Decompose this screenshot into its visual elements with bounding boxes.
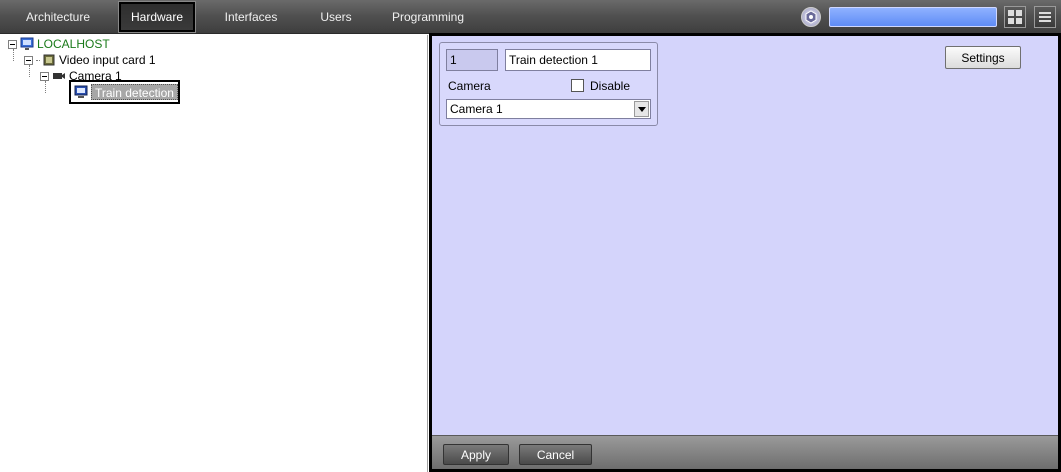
tab-interfaces[interactable]: Interfaces [212, 2, 290, 32]
tab-programming[interactable]: Programming [384, 2, 472, 32]
object-id-field[interactable] [446, 49, 498, 71]
top-tab-bar: Architecture Hardware Interfaces Users P… [0, 0, 1061, 34]
layout-grid-icon[interactable] [1004, 6, 1026, 28]
tab-hardware[interactable]: Hardware [118, 1, 196, 33]
monitor-icon [74, 85, 88, 99]
object-settings-panel: Camera Disable Camera 1 Settings Apply C… [429, 33, 1061, 472]
collapse-icon[interactable] [40, 71, 49, 81]
menu-icon[interactable] [1034, 6, 1056, 28]
settings-button[interactable]: Settings [945, 46, 1021, 69]
tree-label-localhost: LOCALHOST [37, 37, 110, 51]
tree-node-train-detection[interactable]: Train detection 1 [69, 80, 180, 116]
tree-node-localhost[interactable]: LOCALHOST [8, 36, 110, 52]
camera-label: Camera [448, 79, 491, 93]
collapse-icon[interactable] [8, 39, 17, 49]
collapse-icon[interactable] [24, 55, 33, 65]
tree-label-video-card: Video input card 1 [59, 53, 156, 67]
cancel-button[interactable]: Cancel [519, 444, 592, 465]
chevron-down-icon[interactable] [634, 101, 649, 117]
camera-icon [52, 69, 66, 83]
hardware-tree: LOCALHOST Video input card 1 Camera 1 Tr… [0, 35, 428, 472]
tree-node-video-card[interactable]: Video input card 1 [24, 52, 156, 68]
object-properties-group: Camera Disable Camera 1 [439, 42, 658, 126]
chip-icon [42, 53, 56, 67]
object-name-field[interactable] [505, 49, 651, 71]
gear-icon[interactable] [801, 7, 821, 27]
computer-icon [20, 37, 34, 51]
disable-checkbox[interactable] [571, 79, 584, 92]
search-input[interactable] [829, 7, 997, 27]
tab-architecture[interactable]: Architecture [10, 2, 106, 32]
camera-select-value: Camera 1 [450, 102, 503, 116]
disable-label: Disable [590, 79, 631, 93]
camera-select[interactable]: Camera 1 [446, 99, 651, 119]
apply-button[interactable]: Apply [443, 444, 509, 465]
footer-bar: Apply Cancel [432, 435, 1058, 469]
tab-users[interactable]: Users [306, 2, 366, 32]
tree-label-train-detection: Train detection 1 [91, 84, 178, 116]
tree-connector [36, 59, 40, 61]
